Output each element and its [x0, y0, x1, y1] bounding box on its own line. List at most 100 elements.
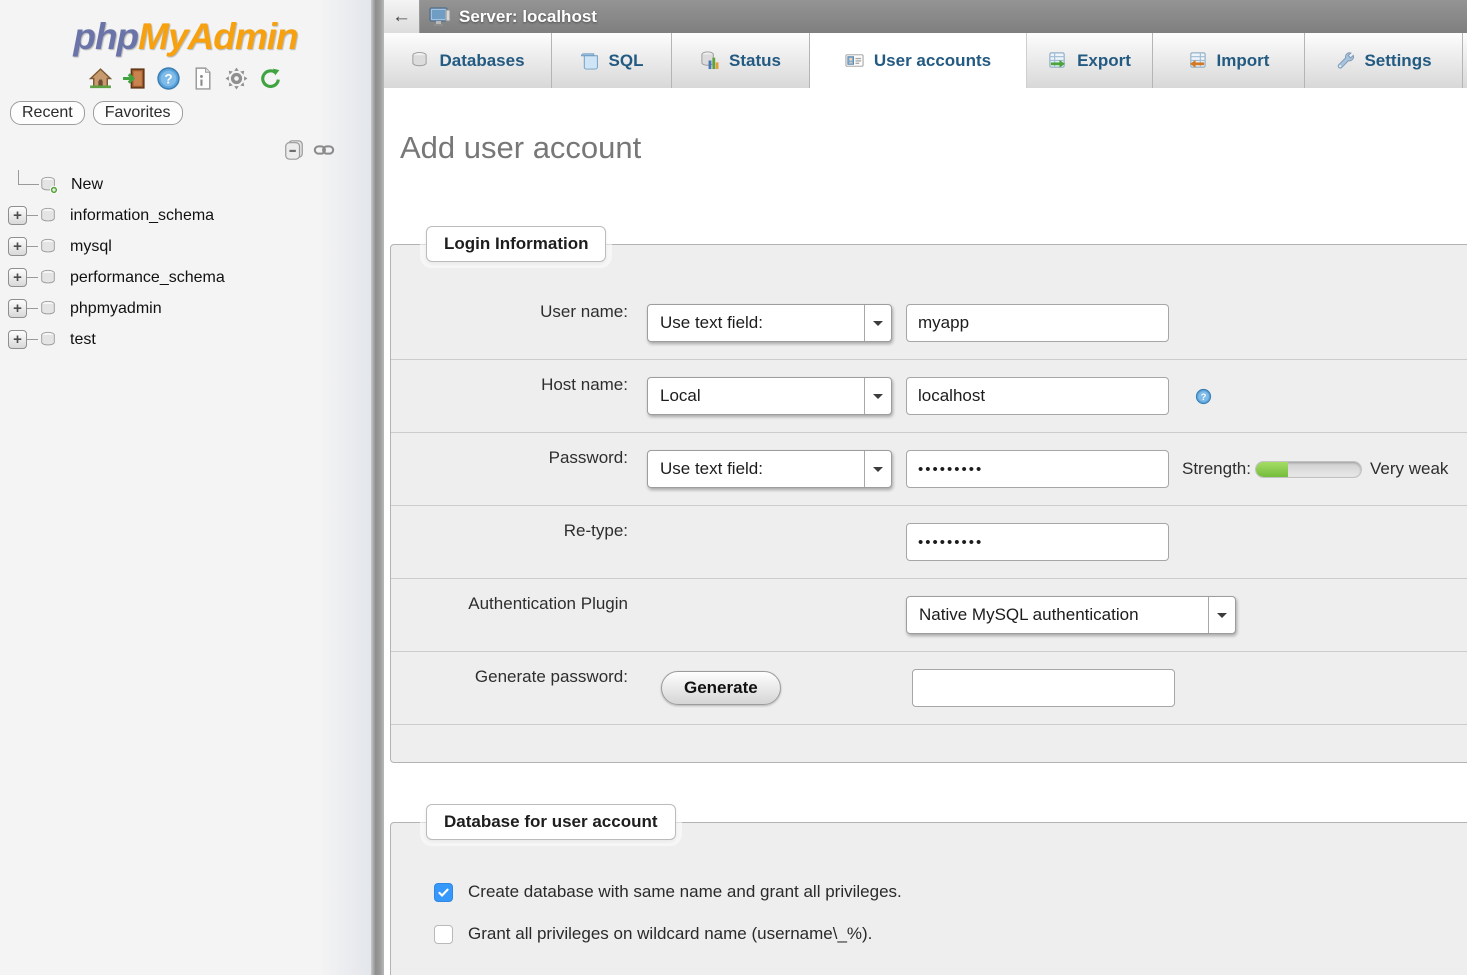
tree-connector	[27, 246, 38, 247]
tab-label: Import	[1217, 51, 1270, 71]
username-type-select[interactable]: Use text field:	[647, 304, 892, 342]
database-for-user-fieldset: Database for user account Create databas…	[390, 822, 1467, 975]
tab-label: User accounts	[874, 51, 991, 71]
tab-databases[interactable]: Databases	[384, 33, 552, 88]
checkbox-label: Create database with same name and grant…	[468, 882, 902, 902]
server-icon	[428, 6, 452, 28]
expand-icon[interactable]	[8, 206, 27, 225]
check-icon	[437, 886, 450, 899]
generate-button[interactable]: Generate	[661, 671, 781, 705]
expand-icon[interactable]	[8, 299, 27, 318]
generated-password-input[interactable]	[912, 669, 1175, 707]
tree-item-label: mysql	[70, 238, 112, 256]
sql-icon	[580, 51, 599, 70]
database-icon	[38, 238, 58, 256]
strength-meter	[1255, 461, 1362, 478]
database-icon	[38, 300, 58, 318]
expand-icon[interactable]	[8, 237, 27, 256]
selected-option: Use text field:	[660, 313, 763, 333]
password-type-select[interactable]: Use text field:	[647, 450, 892, 488]
tree-controls	[0, 139, 335, 161]
retype-password-input[interactable]	[906, 523, 1169, 561]
tree-item-database[interactable]: phpmyadmin	[0, 293, 371, 324]
tree-item-label: information_schema	[70, 207, 214, 225]
strength-label: Strength:	[1182, 459, 1251, 479]
create-database-checkbox[interactable]	[434, 883, 453, 902]
selected-option: Use text field:	[660, 459, 763, 479]
database-for-user-legend: Database for user account	[426, 804, 676, 840]
grant-wildcard-option: Grant all privileges on wildcard name (u…	[391, 913, 1467, 955]
sidebar-quick-tabs: Recent Favorites	[10, 101, 371, 125]
expand-icon[interactable]	[8, 268, 27, 287]
expand-icon[interactable]	[8, 330, 27, 349]
tree-item-database[interactable]: mysql	[0, 231, 371, 262]
favorites-dropdown[interactable]: Favorites	[93, 101, 183, 125]
help-icon[interactable]: ?	[156, 66, 181, 91]
tab-import[interactable]: Import	[1153, 33, 1305, 88]
database-tree: New information_schema mysql performance…	[0, 169, 371, 355]
docs-icon[interactable]	[190, 66, 215, 91]
user-accounts-icon	[845, 51, 864, 70]
server-breadcrumb: Server: localhost	[420, 0, 1467, 33]
tree-connector	[27, 215, 38, 216]
exit-icon[interactable]	[122, 66, 147, 91]
tree-connector	[18, 170, 39, 185]
dropdown-arrow-icon	[864, 451, 891, 487]
tree-item-database[interactable]: information_schema	[0, 200, 371, 231]
tree-item-label: test	[70, 331, 96, 349]
tab-sql[interactable]: SQL	[552, 33, 672, 88]
strength-meter-fill	[1256, 462, 1288, 477]
sidebar-resize-handle[interactable]	[371, 0, 384, 975]
logo-myadmin-text: MyAdmin	[138, 16, 298, 57]
import-icon	[1188, 51, 1207, 70]
refresh-icon[interactable]	[258, 66, 283, 91]
svg-text:?: ?	[1201, 392, 1207, 402]
page-title: Add user account	[400, 130, 1467, 166]
hostname-type-select[interactable]: Local	[647, 377, 892, 415]
selected-option: Local	[660, 386, 701, 406]
create-database-option: Create database with same name and grant…	[391, 871, 1467, 913]
tab-label: SQL	[609, 51, 644, 71]
tree-connector	[27, 339, 38, 340]
navigation-sidebar: phpMyAdmin ? Recent Favorites New	[0, 0, 371, 975]
topbar: ← Server: localhost	[384, 0, 1467, 33]
tab-label: Settings	[1364, 51, 1431, 71]
tab-status[interactable]: Status	[672, 33, 810, 88]
home-icon[interactable]	[88, 66, 113, 91]
password-strength: Strength: Very weak	[1182, 459, 1448, 479]
phpmyadmin-logo[interactable]: phpMyAdmin	[0, 0, 371, 58]
page-content: Add user account Login Information User …	[384, 88, 1467, 975]
recent-dropdown[interactable]: Recent	[10, 101, 85, 125]
server-title[interactable]: Server: localhost	[459, 7, 597, 27]
grant-wildcard-checkbox[interactable]	[434, 925, 453, 944]
tree-connector	[27, 277, 38, 278]
username-input[interactable]	[906, 304, 1169, 342]
link-with-main-icon[interactable]	[313, 139, 335, 161]
tree-item-label: phpmyadmin	[70, 300, 162, 318]
dropdown-arrow-icon	[864, 378, 891, 414]
settings-icon[interactable]	[224, 66, 249, 91]
hostname-row: Host name: Local ?	[391, 360, 1467, 433]
toggle-navigation-button[interactable]: ←	[384, 0, 420, 33]
tab-settings[interactable]: Settings	[1305, 33, 1463, 88]
tab-label: Export	[1077, 51, 1131, 71]
tab-label: Status	[729, 51, 781, 71]
hostname-help-icon[interactable]: ?	[1195, 388, 1212, 405]
export-icon	[1048, 51, 1067, 70]
hostname-label: Host name:	[416, 360, 628, 395]
tree-item-database[interactable]: performance_schema	[0, 262, 371, 293]
hostname-input[interactable]	[906, 377, 1169, 415]
tree-item-new[interactable]: New	[0, 169, 371, 200]
strength-value: Very weak	[1370, 459, 1448, 479]
generate-password-row: Generate password: Generate	[391, 652, 1467, 725]
auth-plugin-select[interactable]: Native MySQL authentication	[906, 596, 1236, 634]
tab-user-accounts[interactable]: User accounts	[810, 33, 1027, 88]
username-row: User name: Use text field:	[391, 287, 1467, 360]
collapse-all-icon[interactable]	[283, 139, 305, 161]
back-arrow-icon: ←	[392, 6, 411, 28]
tab-export[interactable]: Export	[1027, 33, 1153, 88]
login-information-fieldset: Login Information User name: Use text fi…	[390, 244, 1467, 763]
password-input[interactable]	[906, 450, 1169, 488]
tree-item-database[interactable]: test	[0, 324, 371, 355]
dropdown-arrow-icon	[864, 305, 891, 341]
